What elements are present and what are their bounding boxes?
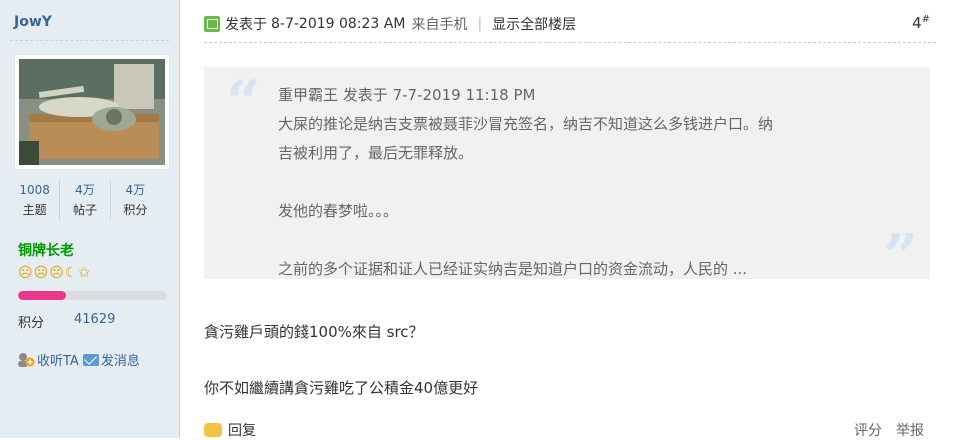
author-actions: 收听TA 发消息	[17, 350, 144, 369]
post-header: 发表于 8-7-2019 08:23 AM 来自手机 | 显示全部楼层	[204, 14, 576, 34]
send-message-button[interactable]: 发消息	[82, 350, 140, 369]
rate-button[interactable]: 评分	[854, 420, 882, 440]
divider	[10, 40, 169, 41]
avatar[interactable]	[14, 54, 170, 170]
sun-icon: ☹	[33, 265, 49, 281]
reply-button[interactable]: 回复	[204, 420, 256, 440]
credit-row: 积分 41629	[18, 312, 115, 331]
stat-credits[interactable]: 4万 积分	[109, 180, 160, 220]
credit-value: 41629	[74, 312, 116, 327]
upgrade-progress-bar	[18, 291, 167, 300]
online-status-icon	[204, 16, 220, 32]
posted-prefix: 发表于	[225, 17, 267, 33]
follow-label: 收听TA	[37, 354, 79, 369]
sun-icon: ☹	[49, 265, 64, 281]
follow-button[interactable]: 收听TA	[17, 350, 79, 369]
floor-number[interactable]: 4#	[912, 14, 930, 32]
moon-icon: ☾	[64, 265, 78, 281]
stat-label: 主题	[22, 203, 47, 217]
send-message-label: 发消息	[100, 354, 140, 369]
avatar-image	[19, 59, 165, 165]
quote-line	[278, 226, 930, 255]
posted-time: 8-7-2019 08:23 AM	[271, 16, 406, 32]
author-stats: 1008 主题 4万 帖子 4万 积分	[10, 180, 160, 220]
quote-time: 7-7-2019 11:18 PM	[392, 86, 536, 104]
post-text-line: 貪污雞戶頭的錢100%來自 src？	[204, 323, 424, 341]
post-body: 貪污雞戶頭的錢100%來自 src？ 你不如繼續講貪污雞吃了公積金40億更好	[204, 318, 478, 402]
floor-number-sup: #	[921, 14, 930, 25]
post-text-line: 你不如繼續講貪污雞吃了公積金40億更好	[204, 379, 479, 397]
divider	[204, 42, 936, 43]
stat-value: 4万	[75, 183, 95, 197]
floor-number-value: 4	[912, 14, 922, 32]
user-group[interactable]: 铜牌长老	[18, 240, 74, 260]
stat-value: 1008	[19, 183, 50, 197]
quote-posted-prefix: 发表于	[342, 86, 388, 104]
author-sidebar: JowY 1008 主题 4万 帖子 4万 积分 铜牌长老 ☹ ☹ ☹ ☾ ✩ …	[0, 0, 180, 438]
post-footer: 回复 评分 举报	[204, 420, 930, 440]
post-source: 来自手机	[411, 17, 468, 33]
quote-block: “ ” 重甲霸王 发表于 7-7-2019 11:18 PM 大屎的推论是纳吉支…	[204, 67, 930, 287]
follow-icon	[18, 353, 35, 367]
author-username[interactable]: JowY	[14, 14, 52, 30]
quote-line: 大屎的推论是纳吉支票被聂菲沙冒充签名，纳吉不知道这么多钱进户口。纳	[278, 115, 774, 133]
stat-label: 积分	[123, 203, 148, 217]
reply-bubble-icon	[204, 423, 222, 437]
quote-line: 发他的春梦啦。。。	[278, 202, 399, 220]
post-operations: 评分 举报	[854, 420, 924, 440]
upgrade-progress-fill	[18, 291, 66, 300]
show-all-floors-link[interactable]: 显示全部楼层	[492, 14, 576, 34]
reply-label: 回复	[228, 423, 256, 439]
star-icon: ✩	[78, 265, 91, 281]
close-quote-icon: ”	[883, 222, 918, 292]
quote-line	[278, 168, 930, 197]
quote-line: 吉被利用了，最后无罪释放。	[278, 144, 474, 162]
sun-icon: ☹	[18, 265, 33, 281]
post-content-area: 发表于 8-7-2019 08:23 AM 来自手机 | 显示全部楼层 4# “…	[180, 0, 960, 440]
quote-line: 之前的多个证据和证人已经证实纳吉是知道户口的资金流动，人民的 ...	[278, 260, 748, 278]
stat-label: 帖子	[72, 203, 97, 217]
header-separator: |	[477, 16, 483, 32]
stat-posts[interactable]: 4万 帖子	[59, 180, 109, 220]
level-icons: ☹ ☹ ☹ ☾ ✩	[18, 265, 90, 281]
mail-icon	[82, 353, 99, 366]
quote-author: 重甲霸王	[278, 86, 339, 104]
quote-header: 重甲霸王 发表于 7-7-2019 11:18 PM	[278, 81, 930, 110]
open-quote-icon: “	[226, 68, 261, 138]
stat-threads[interactable]: 1008 主题	[10, 180, 59, 220]
credit-label: 积分	[18, 316, 45, 331]
report-button[interactable]: 举报	[896, 420, 924, 440]
stat-value: 4万	[125, 183, 146, 197]
